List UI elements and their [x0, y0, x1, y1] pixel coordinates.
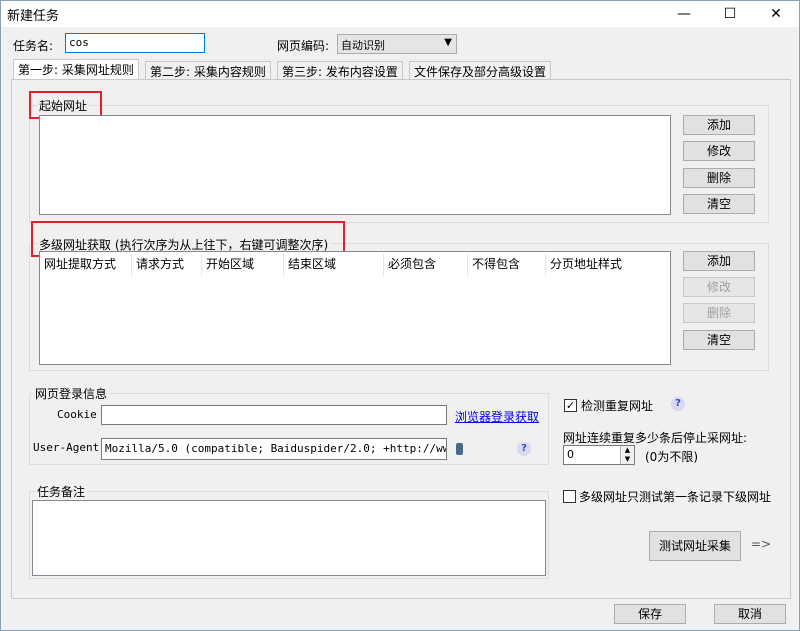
stop-after-value: 0 — [567, 448, 574, 461]
stop-after-stepper[interactable]: 0 ▲ ▼ — [563, 445, 635, 465]
help-icon[interactable]: ? — [671, 397, 685, 411]
help-icon[interactable]: ? — [517, 442, 531, 456]
tab-step3-label: 第三步: 发布内容设置 — [282, 65, 398, 79]
column-header[interactable]: 不得包含 — [468, 254, 546, 276]
tab-step2[interactable]: 第二步: 采集内容规则 — [145, 61, 271, 79]
multi-add-button[interactable]: 添加 — [683, 251, 755, 271]
notes-textarea[interactable] — [32, 500, 546, 576]
encoding-value: 自动识别 — [341, 39, 385, 52]
user-agent-label: User-Agent — [33, 441, 100, 454]
cookie-label: Cookie — [57, 408, 97, 421]
task-name-input[interactable]: cos — [65, 33, 205, 53]
task-name-label: 任务名: — [13, 39, 54, 53]
spin-arrows-icon[interactable]: ▲ ▼ — [620, 446, 634, 464]
column-header[interactable]: 必须包含 — [384, 254, 468, 276]
check-duplicate-label: 检测重复网址 — [581, 399, 654, 413]
stop-after-label: 网址连续重复多少条后停止采网址: — [563, 431, 748, 445]
tab-step1[interactable]: 第一步: 采集网址规则 — [13, 59, 139, 80]
tab-step1-label: 第一步: 采集网址规则 — [18, 63, 134, 77]
column-header[interactable]: 分页地址样式 — [546, 254, 636, 276]
close-icon[interactable]: ✕ — [753, 1, 799, 27]
tab-advanced-label: 文件保存及部分高级设置 — [414, 65, 547, 79]
start-edit-button[interactable]: 修改 — [683, 141, 755, 161]
column-header[interactable]: 请求方式 — [132, 254, 202, 276]
check-duplicate-checkbox[interactable]: ✓ — [564, 399, 577, 412]
start-clear-button[interactable]: 清空 — [683, 194, 755, 214]
start-delete-button[interactable]: 删除 — [683, 168, 755, 188]
stop-after-hint: (0为不限) — [645, 450, 698, 464]
chevron-down-icon: ▼ — [444, 37, 452, 48]
browser-login-link[interactable]: 浏览器登录获取 — [455, 408, 539, 425]
cookie-input[interactable] — [101, 405, 447, 425]
multi-edit-button[interactable]: 修改 — [683, 277, 755, 297]
test-url-button[interactable]: 测试网址采集 — [649, 531, 741, 561]
tab-advanced[interactable]: 文件保存及部分高级设置 — [409, 61, 552, 79]
encoding-label: 网页编码: — [277, 39, 330, 53]
login-label: 网页登录信息 — [33, 385, 110, 402]
start-add-button[interactable]: 添加 — [683, 115, 755, 135]
save-button[interactable]: 保存 — [614, 604, 686, 624]
start-urls-list[interactable] — [39, 115, 671, 215]
multi-delete-button[interactable]: 删除 — [683, 303, 755, 323]
arrow-indicator: => — [751, 537, 772, 551]
window-title: 新建任务 — [7, 9, 60, 24]
minimize-icon[interactable]: — — [661, 1, 707, 27]
tab-step3[interactable]: 第三步: 发布内容设置 — [277, 61, 403, 79]
column-header[interactable]: 开始区域 — [202, 254, 284, 276]
title-bar: 新建任务 — ☐ ✕ — [1, 1, 799, 27]
tab-step2-label: 第二步: 采集内容规则 — [150, 65, 266, 79]
user-agent-picker-icon[interactable] — [456, 443, 463, 455]
user-agent-input[interactable]: Mozilla/5.0 (compatible; Baiduspider/2.0… — [101, 438, 447, 460]
column-header[interactable]: 网址提取方式 — [40, 254, 132, 276]
encoding-select[interactable]: 自动识别 ▼ — [337, 34, 457, 54]
dialog-window: 新建任务 — ☐ ✕ 任务名: cos 网页编码: 自动识别 ▼ 第一步: 采集… — [0, 0, 800, 631]
notes-label: 任务备注 — [35, 483, 88, 500]
task-name-value: cos — [69, 36, 89, 49]
multi-test-checkbox[interactable] — [563, 490, 576, 503]
user-agent-value: Mozilla/5.0 (compatible; Baiduspider/2.0… — [105, 442, 447, 455]
column-header[interactable]: 结束区域 — [284, 254, 384, 276]
multi-test-label: 多级网址只测试第一条记录下级网址 — [579, 490, 772, 504]
multi-clear-button[interactable]: 清空 — [683, 330, 755, 350]
cancel-button[interactable]: 取消 — [714, 604, 786, 624]
multi-urls-list[interactable]: 网址提取方式 请求方式 开始区域 结束区域 必须包含 不得包含 分页地址样式 — [39, 251, 671, 365]
maximize-icon[interactable]: ☐ — [707, 1, 753, 27]
